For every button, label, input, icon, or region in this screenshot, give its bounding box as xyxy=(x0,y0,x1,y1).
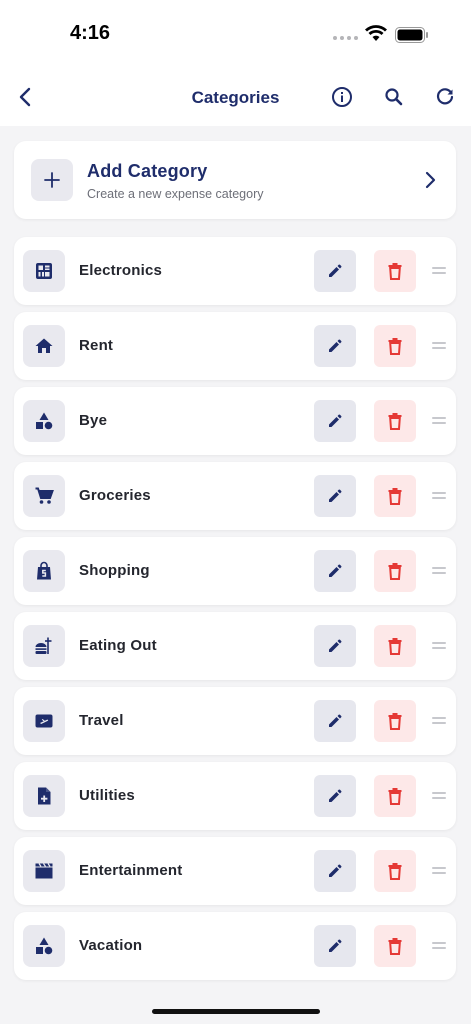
drag-handle-icon[interactable] xyxy=(432,867,446,875)
edit-button[interactable] xyxy=(314,625,356,667)
edit-button[interactable] xyxy=(314,475,356,517)
trash-icon xyxy=(388,488,402,505)
trash-icon xyxy=(388,938,402,955)
category-label: Entertainment xyxy=(79,862,183,879)
delete-button[interactable] xyxy=(374,400,416,442)
trash-icon xyxy=(388,263,402,280)
trash-icon xyxy=(388,338,402,355)
edit-button[interactable] xyxy=(314,550,356,592)
category-row[interactable]: Bye xyxy=(14,387,456,455)
drag-handle-icon[interactable] xyxy=(432,942,446,950)
pencil-icon xyxy=(329,939,342,952)
clapperboard-icon xyxy=(23,850,65,892)
category-label: Electronics xyxy=(79,262,163,279)
category-label: Shopping xyxy=(79,562,150,579)
edit-button[interactable] xyxy=(314,775,356,817)
edit-button[interactable] xyxy=(314,700,356,742)
category-row[interactable]: Vacation xyxy=(14,912,456,980)
home-indicator[interactable] xyxy=(152,1009,320,1014)
edit-button[interactable] xyxy=(314,325,356,367)
drag-handle-icon[interactable] xyxy=(432,267,446,275)
pencil-icon xyxy=(329,489,342,502)
category-label: Bye xyxy=(79,412,108,429)
drag-handle-icon[interactable] xyxy=(432,417,446,425)
delete-button[interactable] xyxy=(374,625,416,667)
pencil-icon xyxy=(329,339,342,352)
drag-handle-icon[interactable] xyxy=(432,792,446,800)
pencil-icon xyxy=(329,639,342,652)
pencil-icon xyxy=(329,864,342,877)
wifi-icon xyxy=(365,25,387,41)
pencil-icon xyxy=(329,414,342,427)
category-label: Travel xyxy=(79,712,124,729)
delete-button[interactable] xyxy=(374,775,416,817)
drag-handle-icon[interactable] xyxy=(432,567,446,575)
trash-icon xyxy=(388,713,402,730)
category-row[interactable]: Eating Out xyxy=(14,612,456,680)
info-icon[interactable] xyxy=(330,85,354,109)
plus-icon xyxy=(31,159,73,201)
category-shapes-icon xyxy=(23,400,65,442)
category-shapes-icon xyxy=(23,925,65,967)
category-row[interactable]: Groceries xyxy=(14,462,456,530)
edit-button[interactable] xyxy=(314,925,356,967)
shopping-bag-icon xyxy=(23,550,65,592)
trash-icon xyxy=(388,563,402,580)
fastfood-icon xyxy=(23,625,65,667)
pencil-icon xyxy=(329,714,342,727)
home-icon xyxy=(23,325,65,367)
drag-handle-icon[interactable] xyxy=(432,717,446,725)
document-add-icon xyxy=(23,775,65,817)
add-category-card[interactable]: Add Category Create a new expense catego… xyxy=(14,141,456,219)
drag-handle-icon[interactable] xyxy=(432,492,446,500)
search-icon[interactable] xyxy=(382,85,406,109)
edit-button[interactable] xyxy=(314,850,356,892)
category-label: Rent xyxy=(79,337,114,354)
category-row[interactable]: Electronics xyxy=(14,237,456,305)
delete-button[interactable] xyxy=(374,700,416,742)
cellular-signal-icon xyxy=(333,36,358,40)
delete-button[interactable] xyxy=(374,550,416,592)
drag-handle-icon[interactable] xyxy=(432,342,446,350)
category-row[interactable]: Shopping xyxy=(14,537,456,605)
pencil-icon xyxy=(329,564,342,577)
battery-icon xyxy=(395,27,428,43)
edit-button[interactable] xyxy=(314,250,356,292)
trash-icon xyxy=(388,413,402,430)
category-label: Groceries xyxy=(79,487,151,504)
refresh-icon[interactable] xyxy=(433,85,457,109)
cart-icon xyxy=(23,475,65,517)
category-label: Utilities xyxy=(79,787,135,804)
pencil-icon xyxy=(329,789,342,802)
delete-button[interactable] xyxy=(374,475,416,517)
delete-button[interactable] xyxy=(374,325,416,367)
trash-icon xyxy=(388,788,402,805)
add-category-title: Add Category xyxy=(87,161,208,181)
delete-button[interactable] xyxy=(374,925,416,967)
category-label: Eating Out xyxy=(79,637,157,654)
category-row[interactable]: Rent xyxy=(14,312,456,380)
category-list: Electronics Rent Bye Groceries Shopping … xyxy=(14,237,456,987)
delete-button[interactable] xyxy=(374,250,416,292)
trash-icon xyxy=(388,638,402,655)
ticket-icon xyxy=(23,700,65,742)
pencil-icon xyxy=(329,264,342,277)
category-row[interactable]: Travel xyxy=(14,687,456,755)
status-bar: 4:16 xyxy=(0,0,471,70)
add-category-subtitle: Create a new expense category xyxy=(87,187,264,201)
navigation-bar: Categories xyxy=(0,70,471,126)
edit-button[interactable] xyxy=(314,400,356,442)
trash-icon xyxy=(388,863,402,880)
status-time: 4:16 xyxy=(70,22,111,44)
category-label: Vacation xyxy=(79,937,143,954)
chevron-right-icon xyxy=(425,171,436,189)
delete-button[interactable] xyxy=(374,850,416,892)
drag-handle-icon[interactable] xyxy=(432,642,446,650)
electronics-icon xyxy=(23,250,65,292)
category-row[interactable]: Entertainment xyxy=(14,837,456,905)
category-row[interactable]: Utilities xyxy=(14,762,456,830)
